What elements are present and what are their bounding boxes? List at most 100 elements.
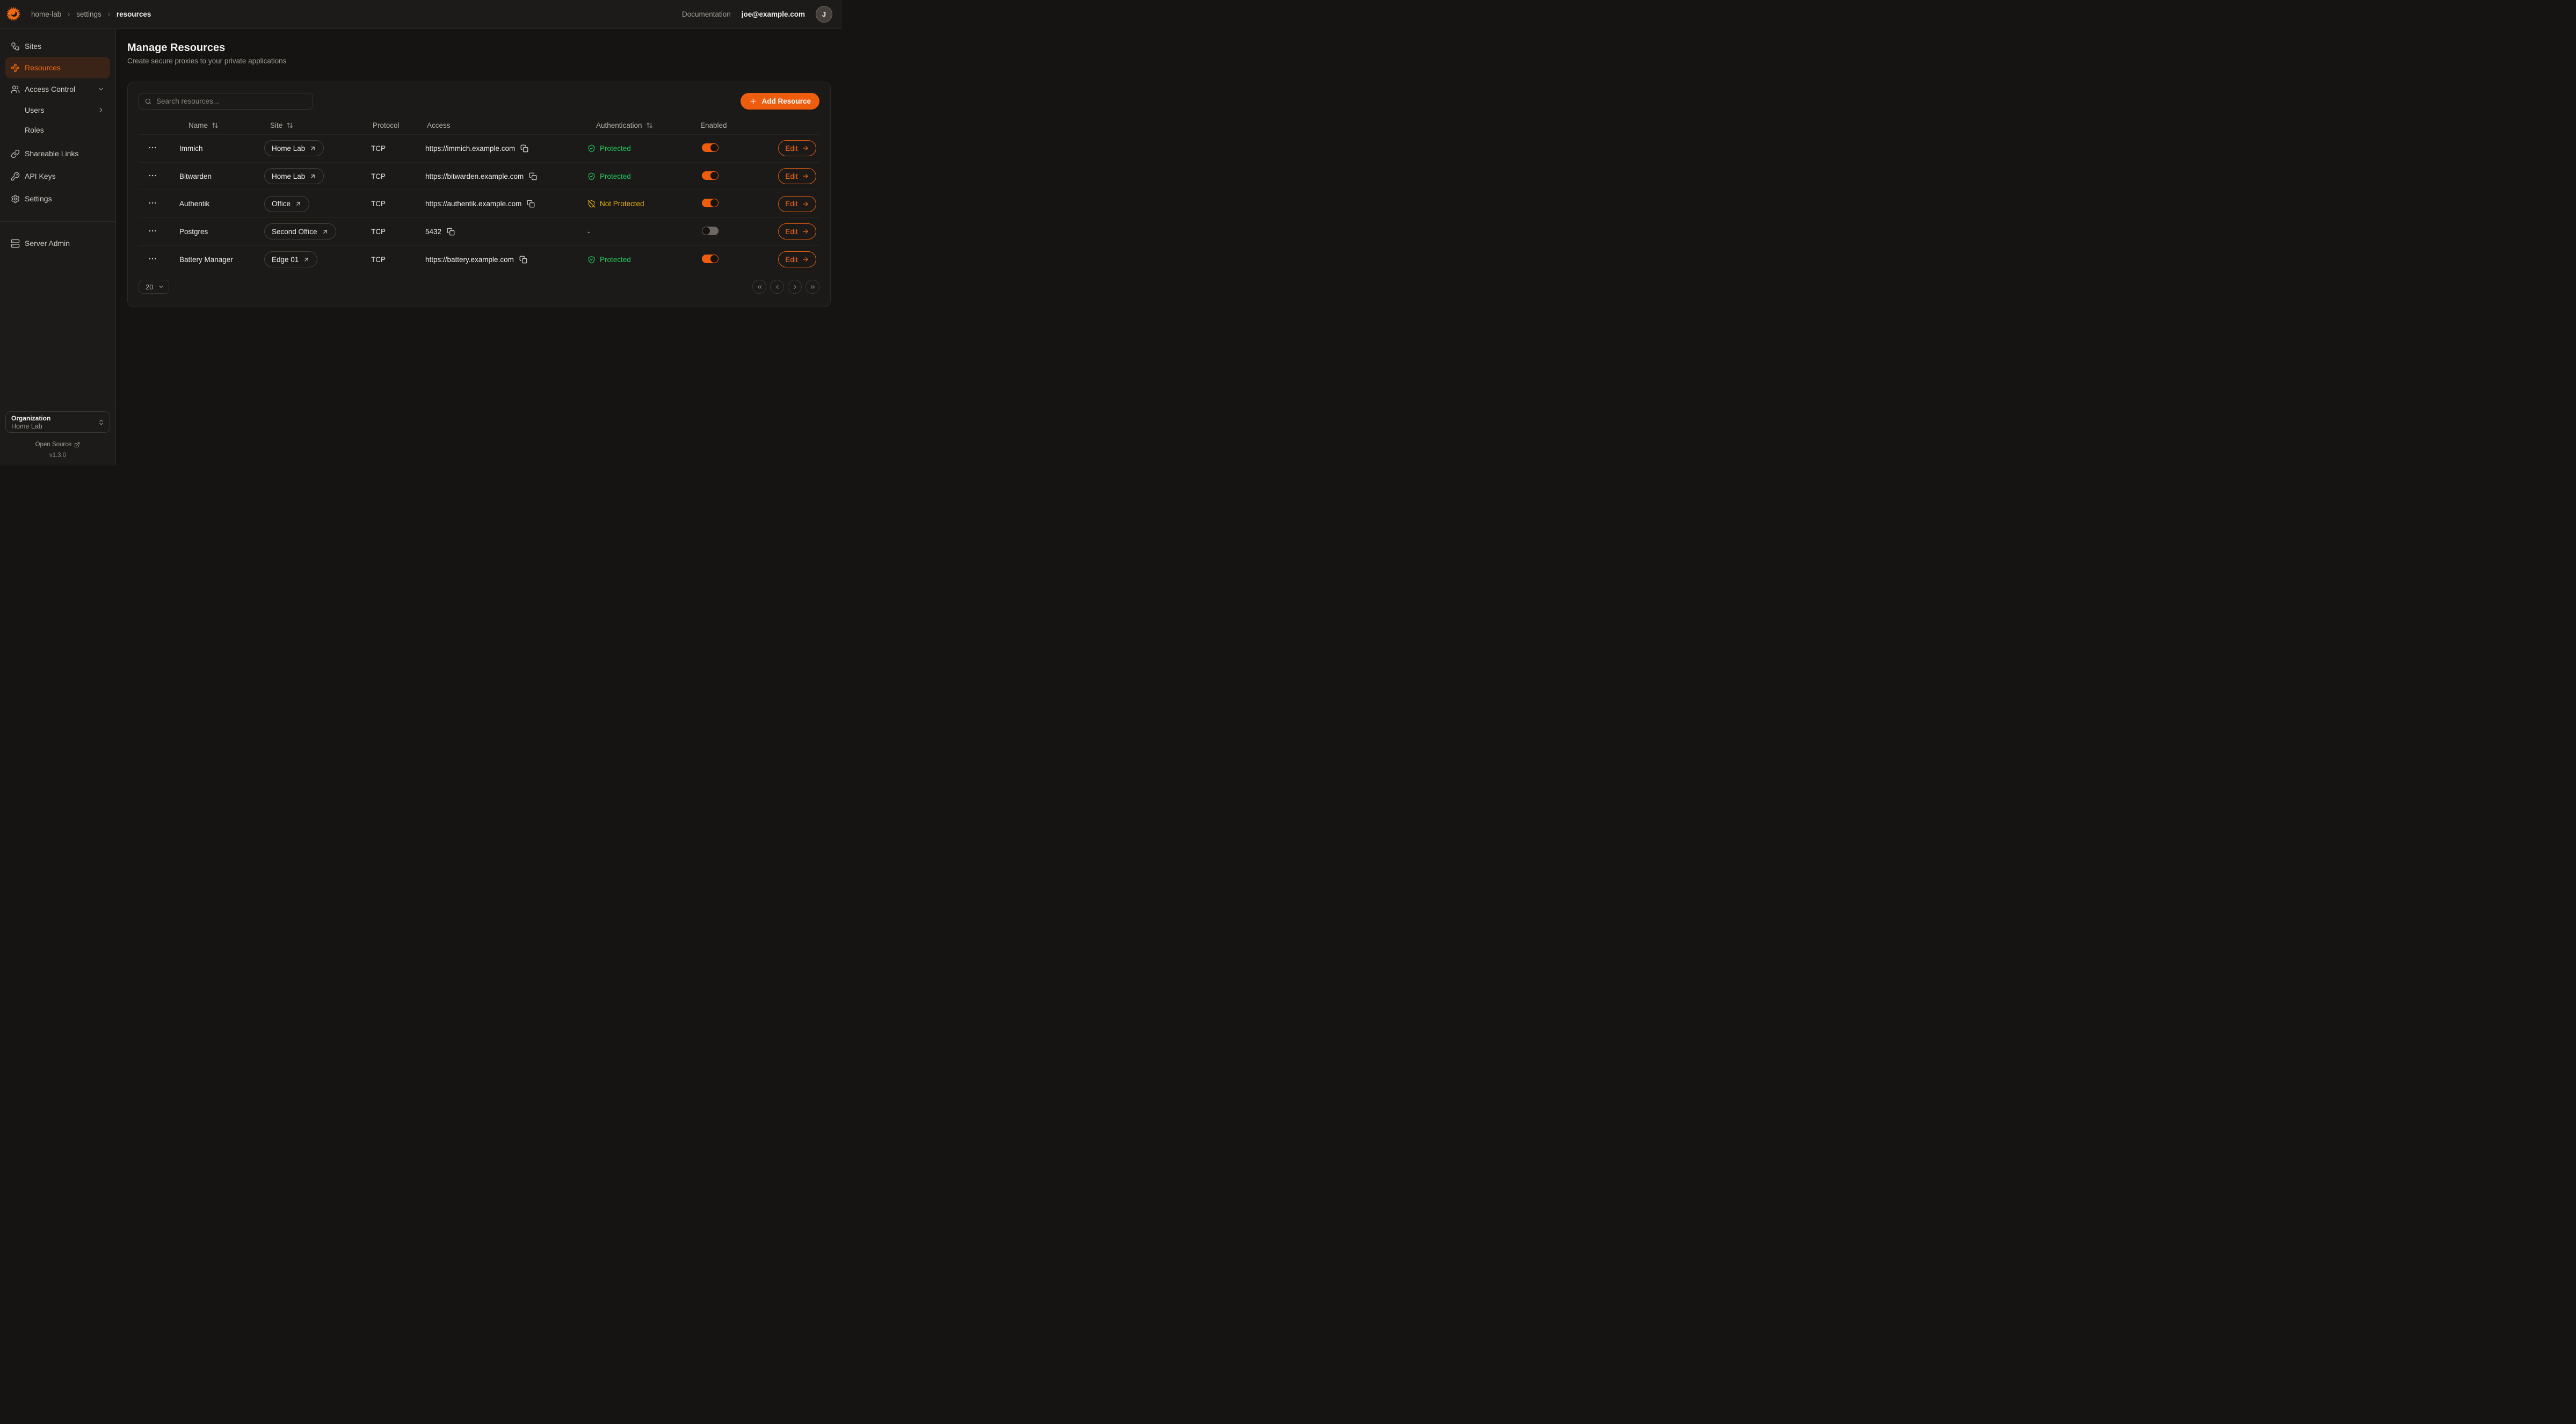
edit-button[interactable]: Edit [778,196,816,212]
column-access: Access [425,121,587,129]
sidebar-item-users[interactable]: Users [5,100,110,120]
chevron-right-icon [97,106,105,114]
search-box [139,93,313,110]
sidebar-item-sites[interactable]: Sites [5,35,110,57]
copy-icon[interactable] [529,172,537,180]
sort-icon[interactable] [212,122,219,129]
sidebar-item-label: Shareable Links [25,149,78,158]
page-size-select[interactable]: 20 [139,280,169,294]
organization-selector[interactable]: Organization Home Lab [5,411,110,433]
auth-status-label: Protected [600,144,631,152]
auth-status-label: - [587,228,590,236]
toggle-knob [702,227,710,235]
row-menu-button[interactable] [148,254,157,264]
edit-button[interactable]: Edit [778,168,816,184]
breadcrumb-settings[interactable]: settings [76,10,101,18]
row-menu-button[interactable] [148,171,157,180]
sidebar-item-roles[interactable]: Roles [5,120,110,140]
arrow-up-right-icon [309,173,316,180]
chevron-right-icon [106,11,112,18]
edit-button[interactable]: Edit [778,223,816,239]
enabled-toggle[interactable] [702,199,719,207]
enabled-toggle[interactable] [702,227,719,235]
open-source-link[interactable]: Open Source [5,440,110,449]
table-row: Postgres Second Office TCP 5432 - Edit [139,218,819,246]
site-link-button[interactable]: Home Lab [264,140,324,156]
enabled-toggle[interactable] [702,171,719,180]
column-site[interactable]: Site [264,121,371,129]
site-link-button[interactable]: Edge 01 [264,251,317,267]
users-icon [11,85,20,94]
sidebar-item-api-keys[interactable]: API Keys [5,165,110,187]
column-protocol: Protocol [371,121,425,129]
avatar[interactable]: J [816,6,832,23]
waypoints-icon [11,63,20,72]
card-toolbar: Add Resource [139,93,819,110]
pangolin-logo-icon[interactable] [5,6,21,22]
sort-icon[interactable] [646,122,653,129]
sidebar-item-access-control[interactable]: Access Control [5,78,110,100]
resource-name: Battery Manager [171,256,264,264]
table-row: Authentik Office TCP https://authentik.e… [139,190,819,218]
documentation-link[interactable]: Documentation [682,10,731,18]
resource-protocol: TCP [371,200,425,208]
row-menu-button[interactable] [148,226,157,236]
enabled-toggle[interactable] [702,143,719,152]
shield-off-icon [587,200,596,208]
resource-name: Immich [171,144,264,152]
arrow-up-right-icon [295,200,302,207]
site-link-button[interactable]: Second Office [264,223,336,239]
resource-protocol: TCP [371,228,425,236]
sidebar-nav: Sites Resources Access Control Users Rol… [0,29,115,254]
copy-icon[interactable] [519,256,527,264]
breadcrumb-org[interactable]: home-lab [31,10,61,18]
edit-label: Edit [785,256,797,264]
search-icon [144,98,152,105]
column-label: Site [270,121,282,129]
column-name[interactable]: Name [171,121,264,129]
resource-name: Bitwarden [171,172,264,180]
column-label: Access [427,121,451,129]
breadcrumb-current: resources [117,10,151,18]
site-name: Second Office [272,228,317,236]
edit-button[interactable]: Edit [778,251,816,267]
organization-value: Home Lab [11,423,104,431]
row-menu-button[interactable] [148,143,157,152]
resource-access-url: https://immich.example.com [425,144,515,152]
sidebar-item-label: Settings [25,194,52,203]
next-page-button[interactable] [788,280,802,294]
row-menu-button[interactable] [148,198,157,208]
toggle-knob [710,144,718,151]
shield-check-icon [587,172,596,180]
search-input[interactable] [156,97,307,105]
auth-status: - [587,228,700,236]
sidebar-item-shareable-links[interactable]: Shareable Links [5,143,110,164]
site-name: Home Lab [272,172,305,180]
sidebar-item-resources[interactable]: Resources [5,57,110,78]
column-authentication[interactable]: Authentication [587,121,700,129]
sidebar-item-label: API Keys [25,172,56,180]
site-link-button[interactable]: Office [264,196,309,212]
organization-label: Organization [11,414,104,423]
resource-access-url: https://authentik.example.com [425,200,521,208]
enabled-toggle[interactable] [702,255,719,263]
previous-page-button[interactable] [770,280,784,294]
topbar: home-lab settings resources Documentatio… [0,0,842,29]
sidebar-item-label: Resources [25,63,61,72]
copy-icon[interactable] [447,228,455,236]
edit-label: Edit [785,144,797,152]
sidebar-item-server-admin[interactable]: Server Admin [5,233,110,254]
edit-button[interactable]: Edit [778,140,816,156]
copy-icon[interactable] [520,144,528,152]
sidebar: Sites Resources Access Control Users Rol… [0,29,116,466]
column-label: Authentication [596,121,642,129]
add-resource-button[interactable]: Add Resource [741,93,819,110]
first-page-button[interactable] [752,280,766,294]
column-label: Protocol [373,121,400,129]
last-page-button[interactable] [806,280,819,294]
site-link-button[interactable]: Home Lab [264,168,324,184]
copy-icon[interactable] [527,200,535,208]
sort-icon[interactable] [286,122,293,129]
arrow-up-right-icon [322,228,329,235]
sidebar-item-settings[interactable]: Settings [5,188,110,209]
